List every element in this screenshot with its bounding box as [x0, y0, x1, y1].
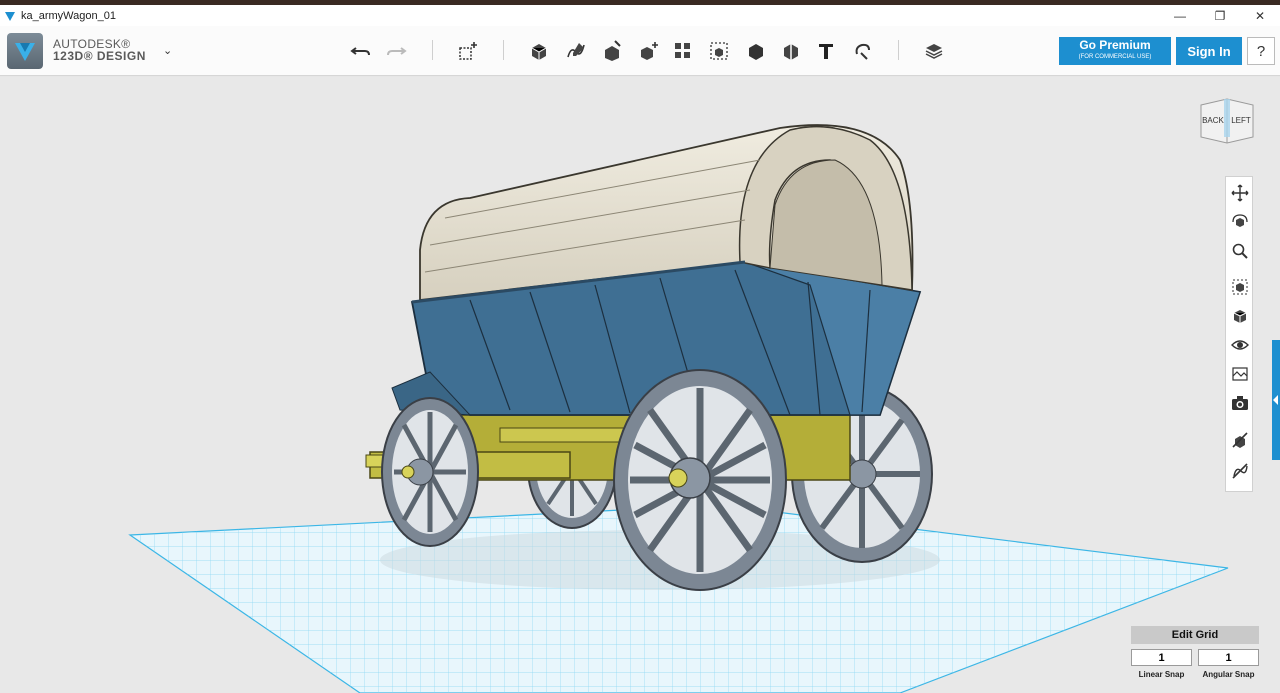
visibility-eye-icon[interactable] — [1229, 334, 1251, 356]
sketch-icon[interactable] — [563, 38, 589, 64]
orbit-icon[interactable] — [1229, 211, 1251, 233]
premium-sublabel: (FOR COMMERCIAL USE) — [1078, 54, 1152, 60]
main-toolbar: AUTODESK® 123D® DESIGN ⌄ Go Premium (FOR… — [0, 26, 1280, 76]
angular-snap-input[interactable]: 1 — [1198, 649, 1259, 666]
app-icon — [5, 11, 15, 21]
sign-in-button[interactable]: Sign In — [1176, 37, 1242, 65]
primitives-icon[interactable] — [526, 38, 552, 64]
side-panel-toggle[interactable] — [1272, 340, 1280, 460]
linear-snap-input[interactable]: 1 — [1131, 649, 1192, 666]
brand-name: AUTODESK® 123D® DESIGN — [53, 38, 146, 62]
wagon-model[interactable] — [365, 124, 933, 591]
brand-product: 123D® DESIGN — [53, 49, 146, 63]
camera-icon[interactable] — [1229, 392, 1251, 414]
zoom-icon[interactable] — [1229, 240, 1251, 262]
linear-snap-label: Linear Snap — [1138, 670, 1185, 679]
pan-icon[interactable] — [1229, 182, 1251, 204]
combine-icon[interactable] — [743, 38, 769, 64]
navigation-bar — [1225, 176, 1253, 492]
scene[interactable] — [0, 77, 1280, 693]
minimize-button[interactable]: — — [1160, 5, 1200, 26]
app-menu-chevron-icon[interactable]: ⌄ — [163, 44, 172, 57]
view-cube-graphic: BACK LEFT — [1200, 98, 1254, 144]
wheel-front-near — [613, 369, 787, 591]
close-button[interactable]: ✕ — [1240, 5, 1280, 26]
toolbar-separator — [432, 40, 433, 60]
view-cube[interactable]: BACK LEFT — [1197, 95, 1257, 147]
material-view-icon[interactable] — [1229, 363, 1251, 385]
add-primitive-icon[interactable] — [455, 38, 481, 64]
pattern-icon[interactable] — [670, 38, 696, 64]
visibility-toggle-icon[interactable] — [1229, 429, 1251, 451]
grouping-icon[interactable] — [706, 38, 732, 64]
snap-icon[interactable] — [850, 38, 876, 64]
edit-grid-button[interactable]: Edit Grid — [1131, 626, 1259, 644]
view-cube-left: LEFT — [1231, 116, 1251, 125]
logo-icon — [15, 43, 35, 61]
construct-icon[interactable] — [599, 38, 625, 64]
go-premium-button[interactable]: Go Premium (FOR COMMERCIAL USE) — [1059, 37, 1171, 65]
title-bar: ka_armyWagon_01 — ❐ ✕ — [0, 5, 1280, 26]
modify-icon[interactable] — [636, 38, 662, 64]
3d-viewport[interactable]: BACK LEFT — [0, 77, 1280, 693]
measure-icon[interactable] — [778, 38, 804, 64]
restore-button[interactable]: ❐ — [1200, 5, 1240, 26]
view-options-icon[interactable] — [1229, 305, 1251, 327]
premium-label: Go Premium — [1079, 38, 1151, 52]
app-logo[interactable] — [7, 33, 43, 69]
redo-icon[interactable] — [383, 38, 409, 64]
help-button[interactable]: ? — [1247, 37, 1275, 65]
fit-icon[interactable] — [1229, 276, 1251, 298]
window-title: ka_armyWagon_01 — [21, 9, 116, 22]
text-icon[interactable] — [813, 38, 839, 64]
toolbar-separator — [898, 40, 899, 60]
wheel-rear-near — [381, 397, 479, 547]
undo-icon[interactable] — [348, 38, 374, 64]
view-cube-back: BACK — [1202, 116, 1224, 125]
hide-sketch-icon[interactable] — [1229, 460, 1251, 482]
angular-snap-label: Angular Snap — [1202, 670, 1255, 679]
material-icon[interactable] — [921, 38, 947, 64]
toolbar-separator — [503, 40, 504, 60]
